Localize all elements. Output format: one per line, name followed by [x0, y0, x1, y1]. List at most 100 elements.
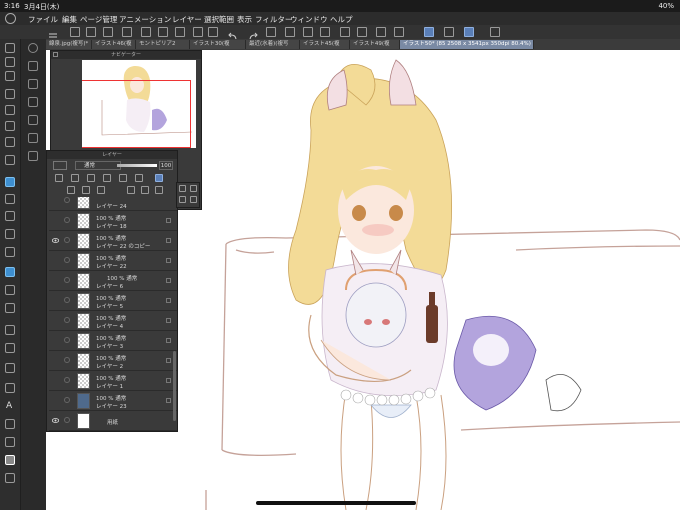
layer-options-icon[interactable]: [166, 378, 171, 383]
sub-tool-1-icon[interactable]: [28, 61, 38, 71]
snap-ruler-icon[interactable]: [424, 27, 434, 37]
airbrush-icon[interactable]: [5, 229, 15, 239]
layer-options-icon[interactable]: [166, 358, 171, 363]
layer-row[interactable]: 100 % 通常 レイヤー 4: [49, 311, 177, 331]
layer-select-toggle[interactable]: [64, 357, 70, 363]
tab-doc-5[interactable]: 最近(水着)(複写: [246, 40, 300, 49]
sub-tool-6-icon[interactable]: [28, 151, 38, 161]
hand-icon[interactable]: [5, 89, 15, 99]
pen-tool-icon[interactable]: [5, 177, 15, 187]
lasso-icon[interactable]: [5, 71, 15, 81]
brush-icon[interactable]: [5, 211, 15, 221]
layer-select-toggle[interactable]: [64, 237, 70, 243]
tab-doc-2[interactable]: イラスト46(複: [92, 40, 136, 49]
ruler-link-icon[interactable]: [135, 174, 143, 182]
frame-icon[interactable]: [5, 363, 15, 373]
layer-select-toggle[interactable]: [64, 277, 70, 283]
app-logo-icon[interactable]: [5, 13, 16, 24]
snap-special-icon[interactable]: [444, 27, 454, 37]
blend-icon[interactable]: [5, 285, 15, 295]
redo-icon[interactable]: [248, 27, 258, 41]
tab-doc-7[interactable]: イラスト49(複: [350, 40, 400, 49]
fill-area-icon[interactable]: [376, 27, 386, 37]
menu-window[interactable]: ウィンドウ: [290, 14, 328, 25]
text-icon[interactable]: A: [6, 401, 16, 411]
layer-select-toggle[interactable]: [64, 257, 70, 263]
stabilize-icon[interactable]: [394, 27, 404, 37]
eyedropper-icon[interactable]: [5, 155, 15, 165]
layer-select-toggle[interactable]: [64, 317, 70, 323]
tab-doc-6[interactable]: イラスト45(複: [300, 40, 350, 49]
invert-icon[interactable]: [357, 27, 367, 37]
new-file-icon[interactable]: [70, 27, 80, 37]
layer-list-scrollbar[interactable]: [173, 351, 176, 421]
opacity-value[interactable]: 100: [159, 161, 173, 170]
new-vector-layer-icon[interactable]: [82, 186, 90, 194]
layer-row[interactable]: 100 % 通常 レイヤー 2: [49, 351, 177, 371]
menu-icon[interactable]: [190, 196, 197, 203]
undo-icon[interactable]: [228, 27, 238, 41]
sub-tool-3-icon[interactable]: [28, 97, 38, 107]
save-icon[interactable]: [103, 27, 113, 37]
layer-row[interactable]: 100 % 通常 レイヤー 6: [49, 271, 177, 291]
tab-doc-active[interactable]: イラスト50* (85 2508 x 3541px 350dpi 80.4%): [400, 40, 534, 49]
flip-icon[interactable]: [208, 27, 218, 37]
decoration-icon[interactable]: [5, 247, 15, 257]
snap-grid-icon[interactable]: [464, 27, 474, 37]
mask-icon[interactable]: [119, 174, 127, 182]
add-mask-icon[interactable]: [141, 186, 149, 194]
tab-doc-1[interactable]: 線泉.jpg(複写)*: [46, 40, 92, 49]
ruler-icon[interactable]: [193, 27, 203, 37]
menu-file[interactable]: ファイル: [28, 14, 58, 25]
layer-options-icon[interactable]: [166, 238, 171, 243]
sub-tool-5-icon[interactable]: [28, 133, 38, 143]
layer-row[interactable]: 100 % 通常 レイヤー 22: [49, 251, 177, 271]
line-correct-icon[interactable]: [5, 419, 15, 429]
figure-icon[interactable]: [5, 343, 15, 353]
hamburger-menu-icon[interactable]: [48, 27, 58, 41]
camera-icon[interactable]: [122, 27, 132, 37]
export-icon[interactable]: [175, 27, 185, 37]
delete-layer-icon[interactable]: [155, 186, 163, 194]
magic-wand-icon[interactable]: [5, 137, 15, 147]
layer-options-icon[interactable]: [166, 338, 171, 343]
navigator-thumbnail[interactable]: [82, 60, 196, 148]
merge-down-icon[interactable]: [127, 186, 135, 194]
layer-select-toggle[interactable]: [64, 377, 70, 383]
open-file-icon[interactable]: [86, 27, 96, 37]
close-icon[interactable]: [53, 52, 58, 57]
layer-row[interactable]: レイヤー 24: [49, 197, 177, 211]
layer-options-icon[interactable]: [166, 218, 171, 223]
quick-access-icon[interactable]: [490, 27, 500, 37]
menu-view[interactable]: 表示: [237, 14, 252, 25]
new-folder-icon[interactable]: [97, 186, 105, 194]
balloon-icon[interactable]: [5, 383, 15, 393]
operation-icon[interactable]: [5, 105, 15, 115]
menu-help[interactable]: ヘルプ: [330, 14, 353, 25]
ruler-tool-icon[interactable]: [5, 437, 15, 447]
layer-options-icon[interactable]: [166, 298, 171, 303]
tab-doc-4[interactable]: イラスト30(複: [190, 40, 246, 49]
deselect-icon[interactable]: [303, 27, 313, 37]
pencil-icon[interactable]: [5, 194, 15, 204]
menu-filter[interactable]: フィルター: [255, 14, 292, 25]
zoom-icon[interactable]: [5, 43, 15, 53]
opacity-slider[interactable]: [117, 164, 157, 167]
select-all-icon[interactable]: [320, 27, 330, 37]
layer-color-swatch[interactable]: [53, 161, 67, 170]
layer-row[interactable]: 100 % 通常 レイヤー 18: [49, 211, 177, 231]
layer-select-toggle[interactable]: [64, 337, 70, 343]
layer-select-toggle[interactable]: [64, 417, 70, 423]
tab-doc-3[interactable]: モントピリア2: [136, 40, 190, 49]
expand-icon[interactable]: [179, 185, 186, 192]
move-icon[interactable]: [5, 121, 15, 131]
visibility-eye-icon[interactable]: [52, 417, 59, 424]
menu-selection[interactable]: 選択範囲: [204, 14, 234, 25]
visibility-eye-icon[interactable]: [52, 237, 59, 244]
layer-options-icon[interactable]: [166, 278, 171, 283]
home-indicator[interactable]: [256, 501, 416, 505]
layer-row[interactable]: 100 % 通常 レイヤー 5: [49, 291, 177, 311]
settings-icon[interactable]: [179, 196, 186, 203]
layer-row[interactable]: 100 % 通常 レイヤー 22 のコピー: [49, 231, 177, 251]
reference-icon[interactable]: [87, 174, 95, 182]
